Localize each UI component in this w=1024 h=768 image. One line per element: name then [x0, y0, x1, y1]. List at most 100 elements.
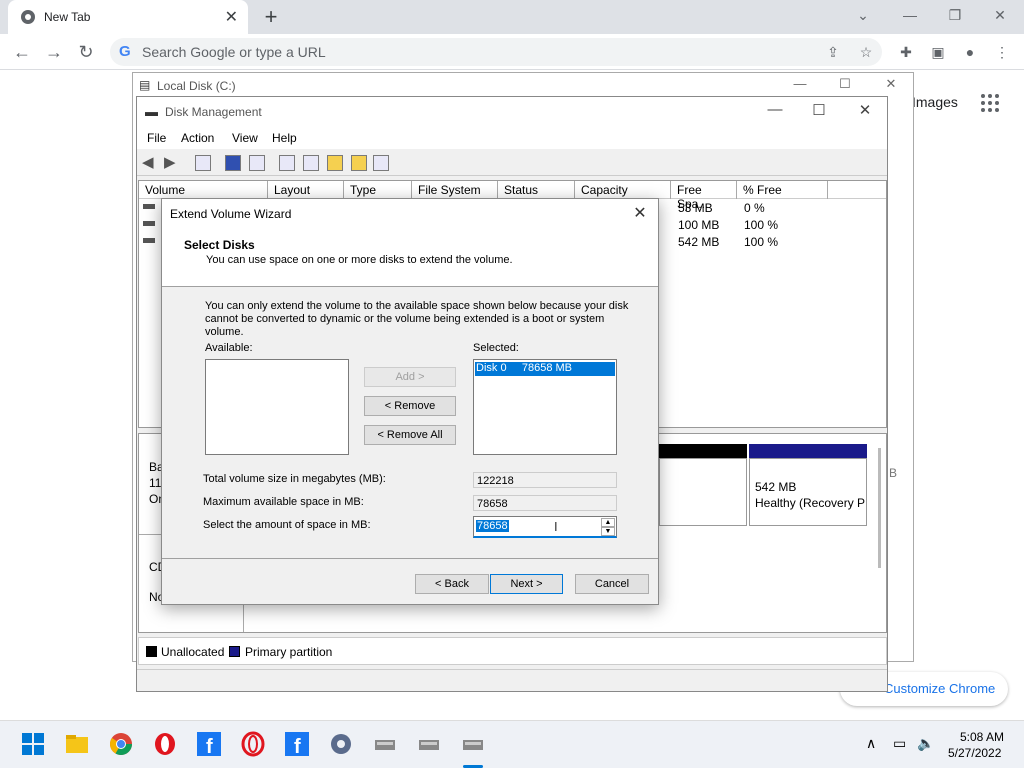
properties-icon[interactable] [195, 155, 211, 171]
check-icon[interactable] [303, 155, 319, 171]
selected-label: Selected: [473, 342, 519, 354]
close-tab-icon[interactable]: ✕ [225, 7, 238, 27]
disk-management-title: Disk Management [165, 105, 262, 119]
facebook-icon[interactable]: f [284, 731, 310, 757]
local-disk-close-button[interactable]: ✕ [876, 76, 906, 96]
view-icon[interactable] [249, 155, 265, 171]
images-link[interactable]: Images [912, 94, 958, 110]
next-button[interactable]: Next > [490, 574, 563, 594]
side-panel-icon[interactable]: ▣ [928, 42, 948, 62]
volume-icon[interactable]: 🔈 [917, 735, 934, 752]
column-percent-free[interactable]: % Free [737, 181, 828, 199]
row-2-percent[interactable]: 100 % [744, 218, 778, 232]
bookmark-star-icon[interactable]: ☆ [856, 42, 876, 62]
available-disks-list[interactable] [205, 359, 349, 455]
volume-icon [143, 221, 155, 226]
partial-text: B [889, 466, 898, 480]
close-window-button[interactable]: ✕ [980, 4, 1020, 28]
forward-icon[interactable]: → [42, 40, 66, 64]
amount-spinbox[interactable]: 78658 I ▲ ▼ [473, 516, 617, 538]
amount-input[interactable]: 78658 [476, 520, 509, 532]
omnibox-placeholder: Search Google or type a URL [142, 44, 326, 60]
add-button[interactable]: Add > [364, 367, 456, 387]
facebook-icon[interactable]: f [196, 731, 222, 757]
show-hidden-icons-chevron-icon[interactable]: ∧ [866, 735, 876, 752]
search-folder-icon[interactable] [351, 155, 367, 171]
legend: Unallocated Primary partition [138, 637, 887, 665]
column-status[interactable]: Status [498, 181, 575, 199]
connect-icon[interactable] [279, 155, 295, 171]
omnibox[interactable]: G Search Google or type a URL [110, 38, 882, 66]
settings-gear-icon[interactable] [328, 731, 354, 757]
column-type[interactable]: Type [344, 181, 412, 199]
local-disk-minimize-button[interactable]: — [785, 76, 815, 96]
dm-maximize-button[interactable]: ☐ [799, 101, 839, 123]
back-arrow-icon[interactable]: ◀ [142, 153, 154, 171]
share-icon[interactable]: ⇪ [823, 42, 843, 62]
opera-gx-icon[interactable] [240, 731, 266, 757]
taskbar-time[interactable]: 5:08 AM [960, 730, 1004, 744]
network-icon[interactable]: ▭ [893, 735, 906, 752]
info-line-2: cannot be converted to dynamic or the vo… [205, 313, 605, 325]
total-size-value: 122218 [473, 472, 617, 488]
row-3-free[interactable]: 542 MB [678, 235, 719, 249]
chrome-favicon-icon [21, 10, 35, 24]
new-tab-button[interactable]: + [259, 4, 283, 30]
spin-down-icon[interactable]: ▼ [601, 527, 615, 536]
minimize-button[interactable]: — [890, 4, 930, 28]
column-file-system[interactable]: File System [412, 181, 498, 199]
local-disk-maximize-button[interactable]: ☐ [830, 76, 860, 96]
tab-title: New Tab [44, 10, 91, 24]
column-capacity[interactable]: Capacity [575, 181, 671, 199]
back-button[interactable]: < Back [415, 574, 489, 594]
menu-view[interactable]: View [232, 131, 258, 145]
disk-management-taskbar-icon[interactable] [416, 731, 442, 757]
spin-up-icon[interactable]: ▲ [601, 518, 615, 527]
back-icon[interactable]: ← [10, 40, 34, 64]
menu-action[interactable]: Action [181, 131, 214, 145]
tab-new-tab[interactable]: New Tab ✕ [8, 0, 248, 34]
disk-management-app-icon: ▬ [145, 104, 158, 119]
apps-grid-icon[interactable] [980, 93, 1000, 113]
help-icon[interactable] [225, 155, 241, 171]
menu-kebab-icon[interactable]: ⋮ [992, 42, 1012, 62]
menu-file[interactable]: File [147, 131, 166, 145]
row-1-free[interactable]: 53 MB [678, 201, 713, 215]
tab-search-icon[interactable]: ⌄ [843, 4, 883, 28]
selected-disk-item[interactable]: Disk 0 78658 MB [475, 362, 615, 376]
forward-arrow-icon[interactable]: ▶ [164, 153, 176, 171]
extensions-icon[interactable]: ✚ [896, 42, 916, 62]
remove-all-button[interactable]: < Remove All [364, 425, 456, 445]
reload-icon[interactable]: ↻ [74, 40, 98, 64]
disk-management-taskbar-icon-active[interactable] [460, 731, 486, 757]
cancel-button[interactable]: Cancel [575, 574, 649, 594]
list-icon[interactable] [373, 155, 389, 171]
column-layout[interactable]: Layout [268, 181, 344, 199]
disk-management-taskbar-icon[interactable] [372, 731, 398, 757]
dm-close-button[interactable]: ✕ [845, 101, 885, 123]
restore-button[interactable]: ❐ [935, 4, 975, 28]
chrome-icon[interactable] [108, 731, 134, 757]
windows-start-icon[interactable] [20, 731, 46, 757]
file-explorer-icon[interactable] [64, 731, 90, 757]
legend-unallocated: Unallocated [161, 645, 225, 659]
row-1-percent[interactable]: 0 % [744, 201, 765, 215]
disk-management-titlebar: ▬ Disk Management — ☐ ✕ [137, 97, 887, 127]
column-free-space[interactable]: Free Spa... [671, 181, 737, 211]
taskbar-date[interactable]: 5/27/2022 [948, 746, 1001, 760]
row-3-percent[interactable]: 100 % [744, 235, 778, 249]
row-2-free[interactable]: 100 MB [678, 218, 719, 232]
profile-avatar-icon[interactable]: ● [960, 42, 980, 62]
remove-button[interactable]: < Remove [364, 396, 456, 416]
partition-block[interactable] [659, 458, 747, 526]
vertical-scrollbar[interactable] [878, 448, 881, 568]
wizard-close-icon[interactable]: ✕ [628, 203, 652, 223]
opera-icon[interactable] [152, 731, 178, 757]
dm-minimize-button[interactable]: — [755, 101, 795, 123]
column-volume[interactable]: Volume [139, 181, 268, 199]
selected-disks-list[interactable]: Disk 0 78658 MB [473, 359, 617, 455]
menu-help[interactable]: Help [272, 131, 297, 145]
volume-list-header: Volume Layout Type File System Status Ca… [139, 181, 886, 211]
folder-up-icon[interactable] [327, 155, 343, 171]
unallocated-bar [659, 444, 747, 458]
